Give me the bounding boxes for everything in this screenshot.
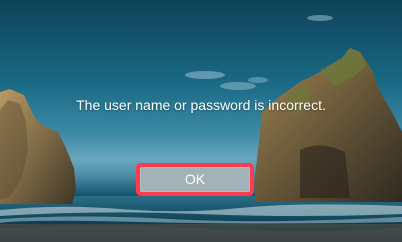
error-message: The user name or password is incorrect. <box>76 97 326 113</box>
beach-background <box>0 15 402 242</box>
lock-screen: The user name or password is incorrect. … <box>0 0 402 242</box>
ok-button[interactable]: OK <box>136 163 254 196</box>
